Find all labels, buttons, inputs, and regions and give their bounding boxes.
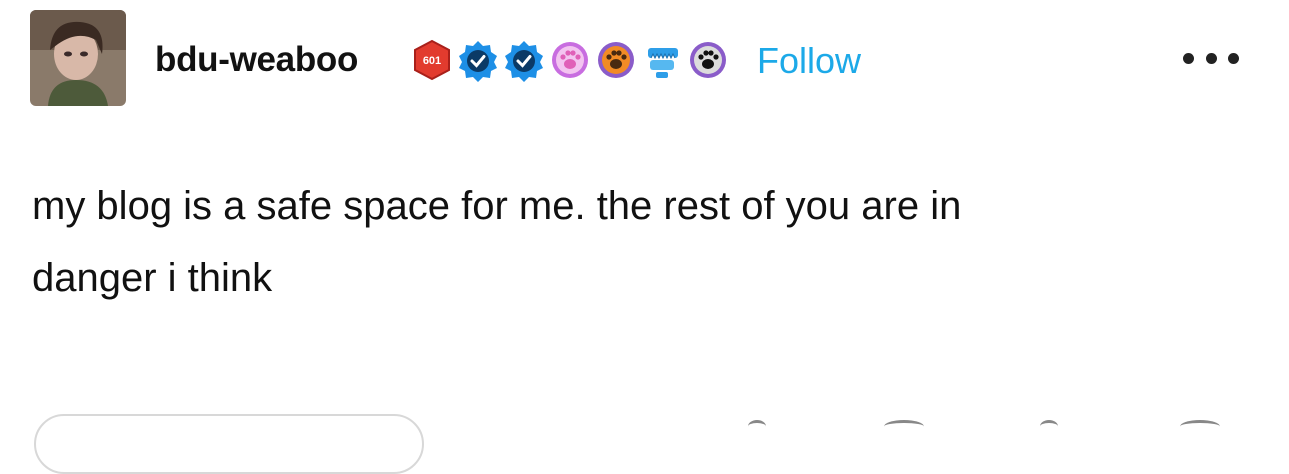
more-dot	[1228, 52, 1239, 64]
more-dot	[1205, 52, 1217, 64]
blue-verified-badge-icon[interactable]	[456, 38, 500, 82]
avatar-image	[30, 10, 126, 106]
blue-verified-badge-icon[interactable]	[502, 38, 546, 82]
like-icon[interactable]	[1180, 420, 1220, 433]
orange-paw-badge-icon[interactable]	[594, 38, 638, 82]
red-hexagon-badge-icon[interactable]: 601	[410, 38, 454, 82]
post-body: my blog is a safe space for me. the rest…	[32, 170, 1232, 314]
reblog-icon[interactable]	[1040, 420, 1058, 433]
follow-button[interactable]: Follow	[757, 40, 861, 82]
post-body-line: danger i think	[32, 256, 273, 300]
more-options-icon[interactable]	[1183, 52, 1239, 64]
badge-number: 601	[423, 55, 441, 67]
post-body-line: my blog is a safe space for me. the rest…	[32, 184, 962, 228]
blue-jaw-badge-icon[interactable]	[640, 38, 684, 82]
post-card: bdu-weaboo 601 Follow my blog is a safe …	[0, 0, 1289, 474]
pink-paw-badge-icon[interactable]	[548, 38, 592, 82]
notes-button[interactable]	[34, 414, 424, 474]
user-avatar[interactable]	[30, 10, 126, 106]
reply-icon[interactable]	[884, 420, 924, 433]
username[interactable]: bdu-weaboo	[155, 40, 358, 80]
share-icon[interactable]	[748, 420, 766, 433]
black-paw-badge-icon[interactable]	[686, 38, 730, 82]
more-dot	[1183, 52, 1194, 64]
badge-list: 601	[410, 38, 730, 82]
